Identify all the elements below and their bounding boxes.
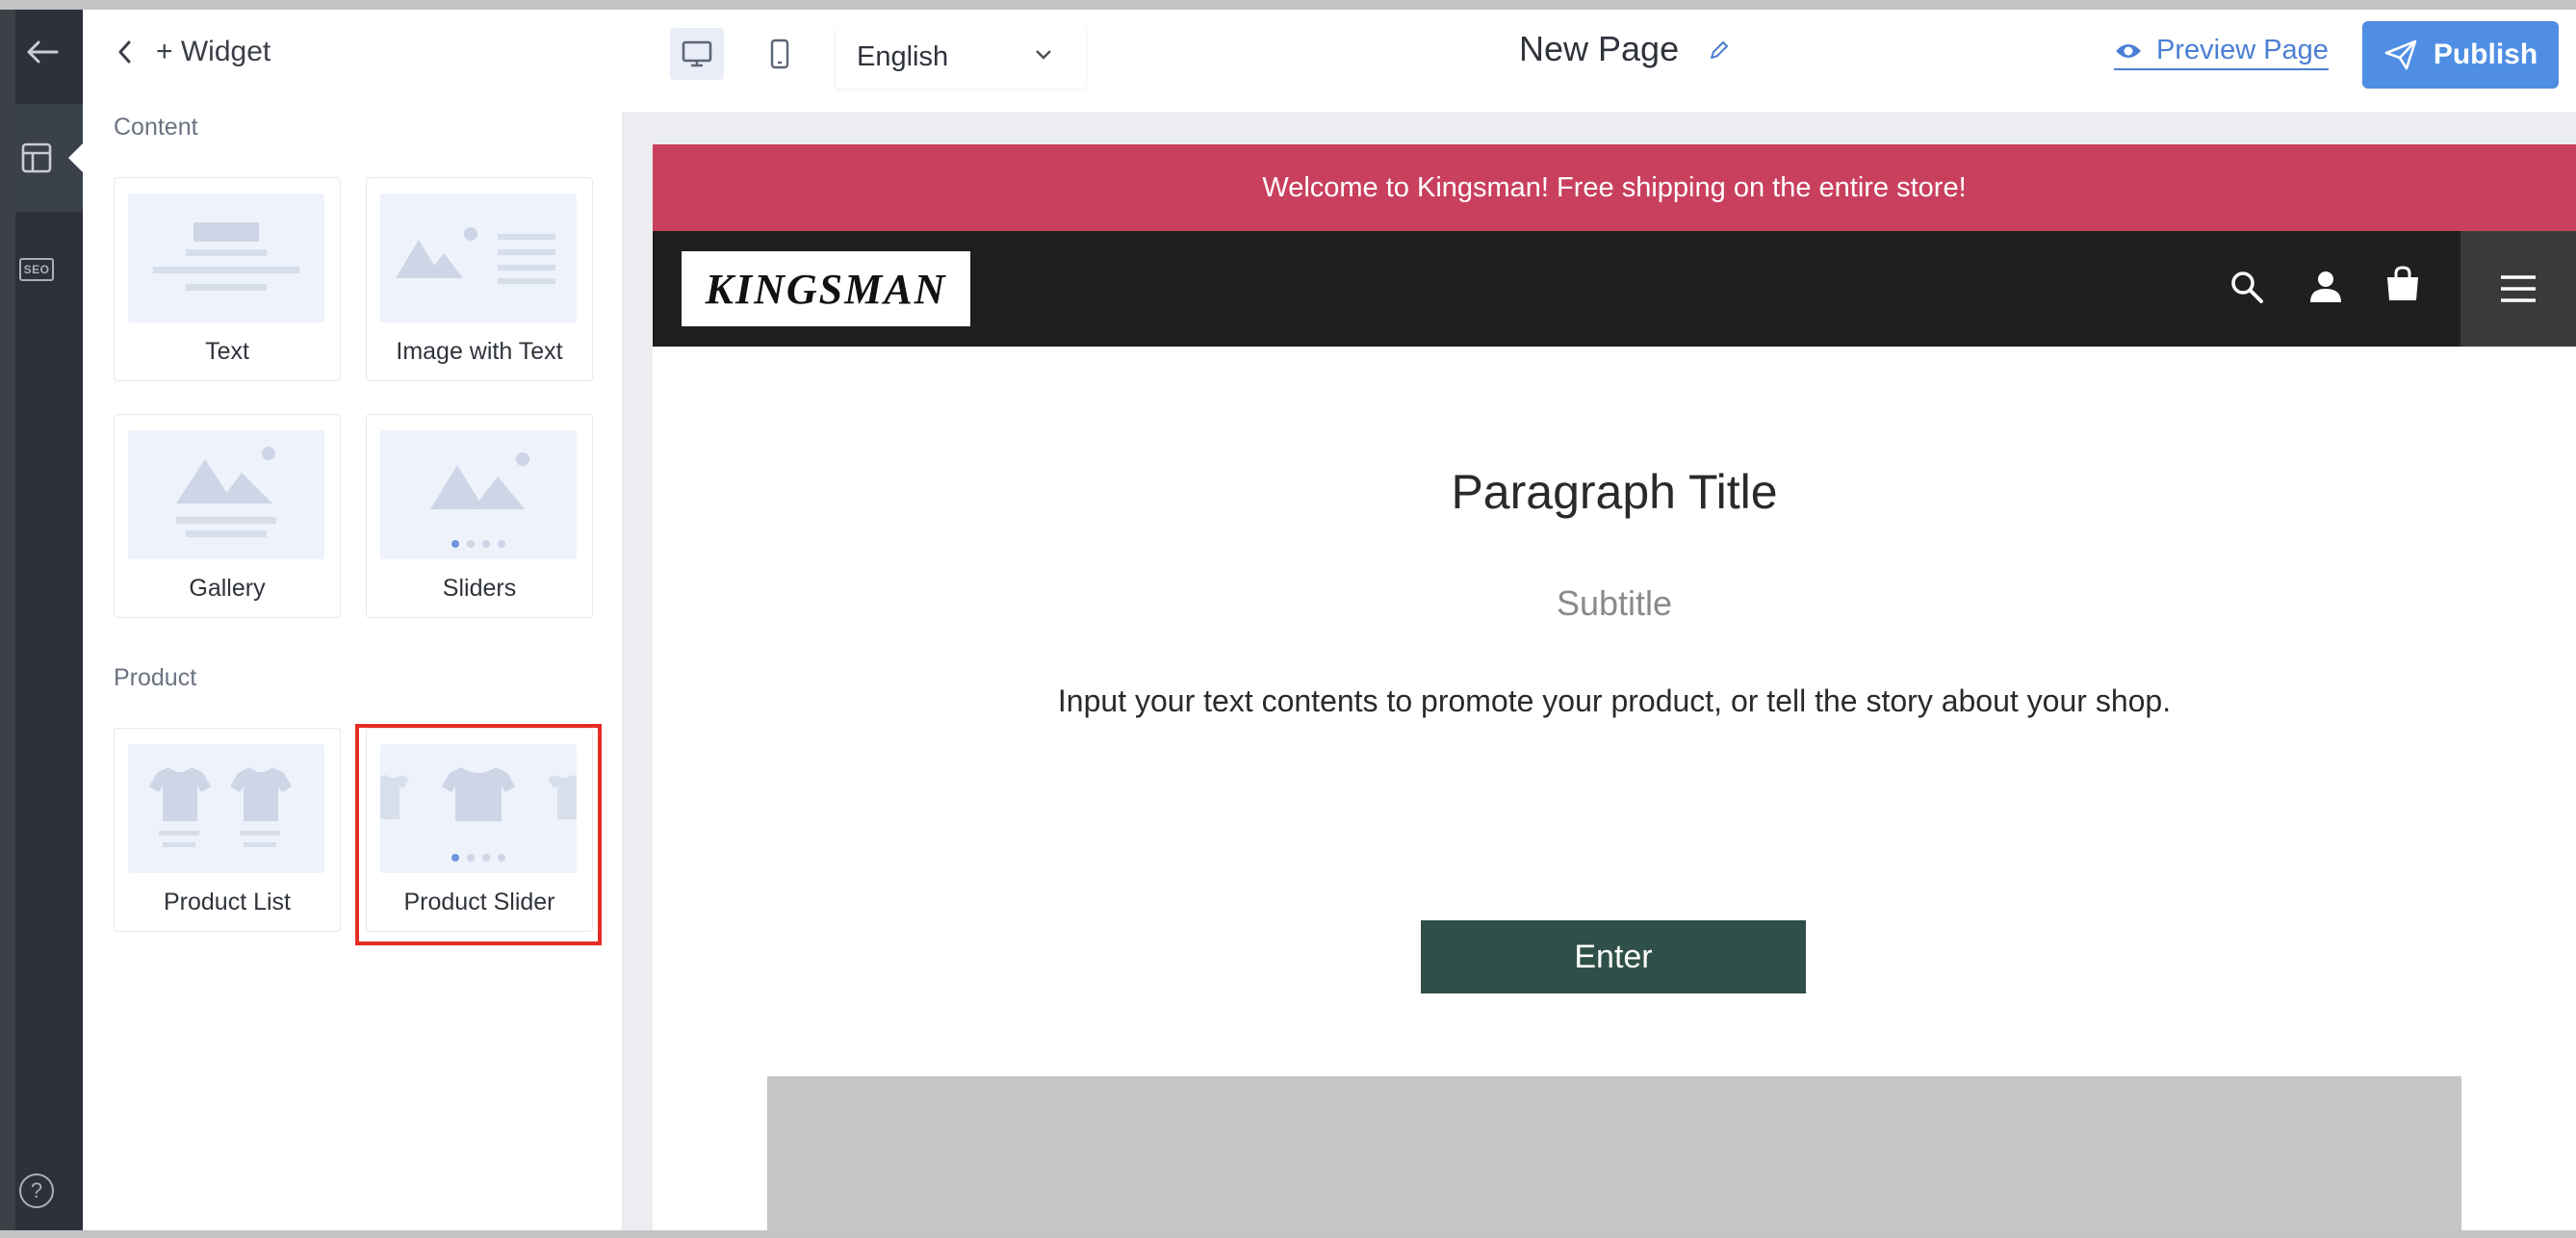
chevron-down-icon	[1036, 50, 1051, 60]
icon-rail: SEO ?	[13, 0, 84, 1238]
section-label-product: Product	[114, 664, 197, 691]
widget-card-text[interactable]: Text	[114, 177, 341, 381]
widget-card-gallery[interactable]: Gallery	[114, 414, 341, 618]
page-title: New Page	[1519, 29, 1680, 68]
window-top-edge	[0, 0, 2576, 10]
announcement-bar[interactable]: Welcome to Kingsman! Free shipping on th…	[653, 144, 2576, 231]
enter-button[interactable]: Enter	[1421, 920, 1806, 993]
app-window: SEO ? + Widget Content Text Image with T…	[0, 0, 2576, 1238]
panel-header: + Widget	[116, 31, 270, 73]
widget-card-image-with-text[interactable]: Image with Text	[366, 177, 593, 381]
image-placeholder[interactable]	[767, 1076, 2461, 1238]
rail-item-seo[interactable]: SEO	[15, 241, 83, 298]
active-caret	[68, 142, 84, 173]
gallery-thumbnail	[128, 430, 324, 559]
eye-icon	[2116, 43, 2141, 58]
help-button[interactable]: ?	[15, 1165, 83, 1217]
desktop-view-button[interactable]	[670, 28, 724, 80]
sliders-thumbnail	[380, 430, 577, 559]
widget-card-label: Sliders	[442, 575, 517, 602]
section-label-content: Content	[114, 114, 198, 141]
enter-button-label: Enter	[1574, 938, 1653, 975]
paragraph-subtitle: Subtitle	[1556, 583, 1673, 623]
product-list-thumbnail	[128, 744, 324, 873]
help-icon: ?	[19, 1174, 54, 1208]
store-header[interactable]: KINGSMAN	[653, 231, 2576, 347]
language-value: English	[857, 40, 949, 72]
preview-page-label: Preview Page	[2156, 35, 2329, 65]
editor-canvas: Welcome to Kingsman! Free shipping on th…	[622, 112, 2576, 1238]
image-with-text-thumbnail	[380, 193, 577, 322]
publish-label: Publish	[2433, 39, 2538, 70]
selection-highlight	[355, 724, 602, 945]
widget-panel: + Widget Content Text Image with Text Ga…	[83, 0, 622, 1238]
rail-item-widgets[interactable]	[15, 104, 84, 212]
search-icon[interactable]	[2228, 268, 2266, 306]
widget-card-product-list[interactable]: Product List	[114, 728, 341, 932]
widget-card-label: Image with Text	[396, 338, 563, 365]
window-left-edge	[0, 0, 15, 1238]
preview-page-link[interactable]: Preview Page	[2114, 35, 2329, 70]
editor-top-bar: English New Page Preview Page Publish	[622, 0, 2576, 112]
widget-card-label: Product List	[163, 889, 291, 916]
publish-button[interactable]: Publish	[2362, 21, 2559, 89]
chevron-left-icon[interactable]	[116, 39, 135, 65]
paragraph-body: Input your text contents to promote your…	[1057, 683, 2172, 718]
announcement-text: Welcome to Kingsman! Free shipping on th…	[1262, 171, 1967, 203]
panel-title: + Widget	[156, 36, 271, 67]
seo-icon: SEO	[19, 258, 54, 281]
paper-plane-icon	[2384, 39, 2417, 70]
account-icon[interactable]	[2306, 268, 2345, 306]
exit-editor-button[interactable]	[13, 0, 71, 104]
text-widget-thumbnail	[128, 193, 324, 322]
monitor-icon	[682, 40, 712, 67]
logo-text: KINGSMAN	[705, 265, 947, 313]
store-logo[interactable]: KINGSMAN	[682, 251, 970, 326]
paragraph-title: Paragraph Title	[1451, 465, 1778, 519]
language-select[interactable]: English	[836, 25, 1086, 89]
site-preview: Welcome to Kingsman! Free shipping on th…	[653, 144, 2576, 1238]
widget-card-label: Gallery	[189, 575, 266, 602]
widget-card-label: Text	[205, 338, 249, 365]
seo-icon-label: SEO	[23, 263, 50, 276]
arrow-left-icon	[27, 40, 59, 64]
mobile-view-button[interactable]	[753, 28, 807, 80]
window-bottom-edge	[0, 1230, 2576, 1238]
help-icon-glyph: ?	[30, 1178, 43, 1202]
widget-card-sliders[interactable]: Sliders	[366, 414, 593, 618]
menu-icon	[2501, 275, 2536, 302]
layout-icon	[21, 142, 52, 173]
hamburger-menu-button[interactable]	[2460, 231, 2576, 347]
edit-title-icon[interactable]	[1708, 39, 1731, 62]
phone-icon	[770, 39, 789, 69]
shopping-bag-icon[interactable]	[2383, 264, 2422, 304]
